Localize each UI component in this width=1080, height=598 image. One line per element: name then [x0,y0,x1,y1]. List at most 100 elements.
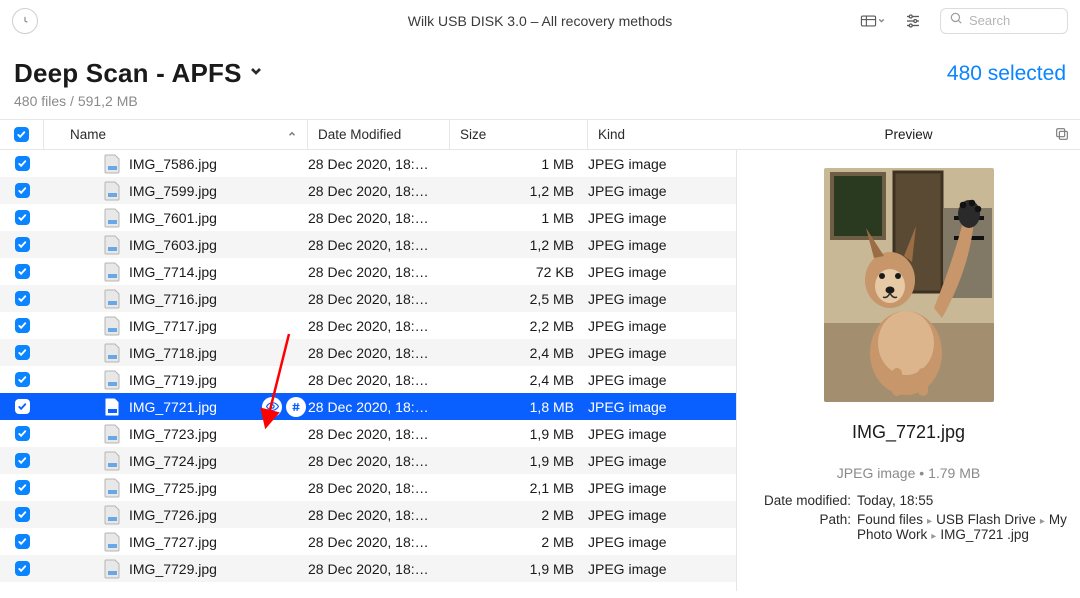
file-size: 1,9 MB [450,453,588,469]
table-row[interactable]: IMG_7723.jpg28 Dec 2020, 18:…1,9 MBJPEG … [0,420,736,447]
table-row[interactable]: IMG_7729.jpg 28 Dec 2020, 18:…1,9 MBJPEG … [0,555,736,582]
breadcrumb-part: USB Flash Drive [936,512,1036,527]
breadcrumb-separator-icon: ▸ [1040,516,1045,527]
file-date: 28 Dec 2020, 18:… [308,561,450,577]
eye-icon[interactable] [262,397,282,417]
file-kind: JPEG image [588,183,736,199]
table-row[interactable]: IMG_7725.jpg28 Dec 2020, 18:…2,1 MBJPEG … [0,474,736,501]
file-name: IMG_7719.jpg [129,372,217,388]
file-icon [104,181,121,201]
row-checkbox[interactable] [15,291,30,306]
file-date: 28 Dec 2020, 18:… [308,345,450,361]
table-row[interactable]: IMG_7724.jpg28 Dec 2020, 18:…1,9 MBJPEG … [0,447,736,474]
row-checkbox[interactable] [15,534,30,549]
file-size: 1,2 MB [450,237,588,253]
file-size: 1,9 MB [450,426,588,442]
file-icon [104,478,121,498]
file-kind: JPEG image [588,156,736,172]
file-date: 28 Dec 2020, 18:… [308,534,450,550]
row-checkbox[interactable] [15,507,30,522]
file-list[interactable]: IMG_7586.jpg28 Dec 2020, 18:…1 MBJPEG im… [0,150,736,591]
file-icon [104,505,121,525]
hash-icon[interactable] [286,397,306,417]
file-kind: JPEG image [588,345,736,361]
row-checkbox[interactable] [15,372,30,387]
file-kind: JPEG image [588,534,736,550]
file-icon [104,262,121,282]
toolbar: Wilk USB DISK 3.0 – All recovery methods [0,0,1080,42]
selected-count: 480 selected [947,58,1066,86]
settings-button[interactable] [900,10,926,32]
file-kind: JPEG image [588,453,736,469]
breadcrumb-separator-icon: ▸ [931,531,936,542]
preview-date-key: Date modified: [749,493,857,508]
row-checkbox[interactable] [15,264,30,279]
file-date: 28 Dec 2020, 18:… [308,453,450,469]
table-row[interactable]: IMG_7714.jpg28 Dec 2020, 18:…72 KBJPEG i… [0,258,736,285]
file-name: IMG_7727.jpg [129,534,217,550]
file-kind: JPEG image [588,318,736,334]
file-date: 28 Dec 2020, 18:… [308,237,450,253]
file-name: IMG_7723.jpg [129,426,217,442]
table-row[interactable]: IMG_7716.jpg28 Dec 2020, 18:…2,5 MBJPEG … [0,285,736,312]
file-name: IMG_7729.jpg [129,561,217,577]
copy-icon[interactable] [1054,126,1070,145]
file-size: 1,8 MB [450,399,588,415]
file-name: IMG_7586.jpg [129,156,217,172]
column-size[interactable]: Size [450,120,588,149]
table-row[interactable]: IMG_7726.jpg28 Dec 2020, 18:…2 MBJPEG im… [0,501,736,528]
row-checkbox[interactable] [15,345,30,360]
file-date: 28 Dec 2020, 18:… [308,480,450,496]
table-row[interactable]: IMG_7586.jpg28 Dec 2020, 18:…1 MBJPEG im… [0,150,736,177]
row-checkbox[interactable] [15,453,30,468]
view-mode-button[interactable] [860,10,886,32]
table-row[interactable]: IMG_7717.jpg28 Dec 2020, 18:…2,2 MBJPEG … [0,312,736,339]
search-input[interactable] [969,13,1059,28]
row-checkbox[interactable] [15,561,30,576]
row-checkbox[interactable] [15,399,30,414]
file-date: 28 Dec 2020, 18:… [308,291,450,307]
file-icon [104,532,121,552]
table-row[interactable]: IMG_7601.jpg28 Dec 2020, 18:…1 MBJPEG im… [0,204,736,231]
file-size: 72 KB [450,264,588,280]
row-checkbox[interactable] [15,480,30,495]
table-row[interactable]: IMG_7599.jpg28 Dec 2020, 18:…1,2 MBJPEG … [0,177,736,204]
file-kind: JPEG image [588,561,736,577]
select-all-checkbox[interactable] [0,120,44,149]
column-name[interactable]: Name [44,120,308,149]
file-kind: JPEG image [588,372,736,388]
table-row[interactable]: IMG_7718.jpg28 Dec 2020, 18:…2,4 MBJPEG … [0,339,736,366]
preview-path-value: Found files▸USB Flash Drive▸My Photo Wor… [857,512,1068,542]
row-checkbox[interactable] [15,156,30,171]
table-row[interactable]: IMG_7721.jpg28 Dec 2020, 18:…1,8 MBJPEG … [0,393,736,420]
chevron-down-icon[interactable] [248,63,264,84]
row-checkbox[interactable] [15,426,30,441]
preview-image [824,168,994,402]
back-button[interactable] [12,8,38,34]
table-row[interactable]: IMG_7727.jpg 28 Dec 2020, 18:…2 MBJPEG im… [0,528,736,555]
file-name: IMG_7601.jpg [129,210,217,226]
file-size: 2 MB [450,507,588,523]
column-date[interactable]: Date Modified [308,120,450,149]
file-name: IMG_7714.jpg [129,264,217,280]
search-box[interactable] [940,8,1068,34]
file-name: IMG_7716.jpg [129,291,217,307]
table-row[interactable]: IMG_7603.jpg28 Dec 2020, 18:…1,2 MBJPEG … [0,231,736,258]
file-size: 2 MB [450,534,588,550]
row-checkbox[interactable] [15,237,30,252]
file-date: 28 Dec 2020, 18:… [308,507,450,523]
file-icon [104,235,121,255]
file-size: 1,9 MB [450,561,588,577]
file-date: 28 Dec 2020, 18:… [308,372,450,388]
row-checkbox[interactable] [15,318,30,333]
column-kind[interactable]: Kind [588,120,736,149]
file-size: 2,4 MB [450,372,588,388]
file-date: 28 Dec 2020, 18:… [308,156,450,172]
file-icon [104,289,121,309]
row-checkbox[interactable] [15,210,30,225]
breadcrumb-part: IMG_7721 .jpg [940,527,1029,542]
row-checkbox[interactable] [15,183,30,198]
table-row[interactable]: IMG_7719.jpg 28 Dec 2020, 18:…2,4 MBJPEG … [0,366,736,393]
preview-panel: Preview [736,150,1080,591]
file-icon [104,343,121,363]
